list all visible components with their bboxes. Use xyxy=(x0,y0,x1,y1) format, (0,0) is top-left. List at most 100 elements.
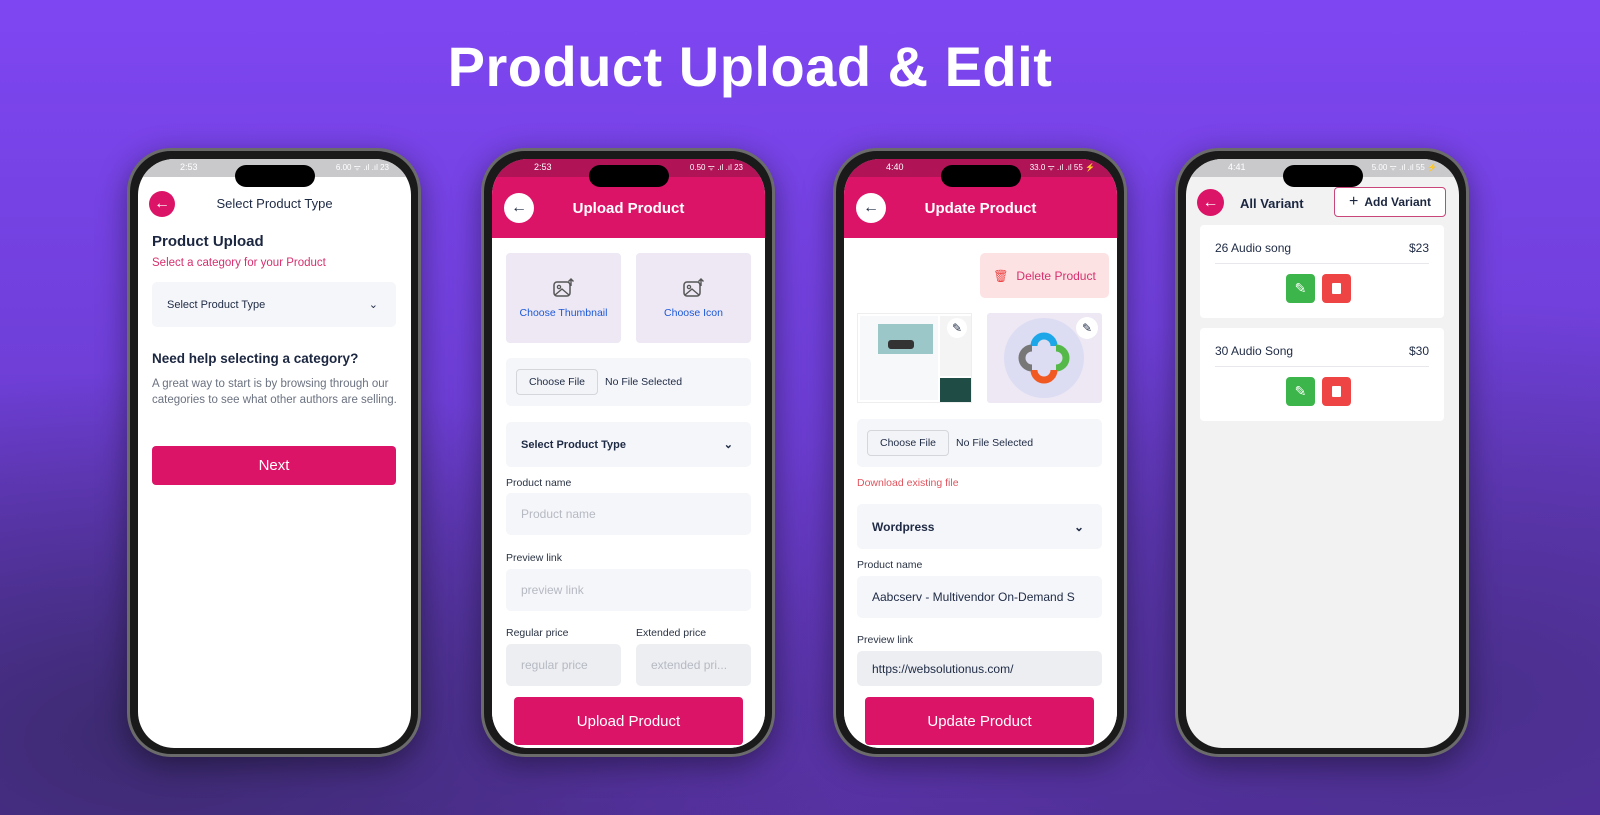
no-file-text: No File Selected xyxy=(605,376,683,388)
placeholder: preview link xyxy=(521,583,584,597)
choose-thumbnail-label: Choose Thumbnail xyxy=(519,307,608,319)
edit-variant-button[interactable]: ✎ xyxy=(1286,274,1315,303)
status-icons: 0.50 ᯤ .ıl .ıl 23 xyxy=(689,163,743,172)
help-text: A great way to start is by browsing thro… xyxy=(152,378,397,406)
page-title: Select Product Type xyxy=(216,196,333,211)
dynamic-island xyxy=(1282,165,1363,187)
arrow-left-icon: ← xyxy=(1202,193,1219,211)
image-upload-icon xyxy=(682,278,704,297)
dynamic-island xyxy=(234,165,315,187)
preview-link-input[interactable]: preview link xyxy=(506,569,751,611)
select-value: Wordpress xyxy=(872,519,935,534)
select-value: Select Product Type xyxy=(521,438,626,451)
help-title: Need help selecting a category? xyxy=(152,351,359,366)
choose-file-button[interactable]: Choose File xyxy=(516,369,598,395)
edit-thumbnail-icon[interactable]: ✎ xyxy=(947,318,967,338)
choose-icon-label: Choose Icon xyxy=(664,307,723,319)
divider xyxy=(1215,263,1429,264)
product-name-input[interactable]: Aabcserv - Multivendor On-Demand S xyxy=(857,576,1102,618)
screen: 4:40 33.0 ᯤ .ıl .ıl 55 ⚡ ← Update Produc… xyxy=(844,159,1117,748)
download-existing-file-link[interactable]: Download existing file xyxy=(857,477,959,489)
phone-update-product: 4:40 33.0 ᯤ .ıl .ıl 55 ⚡ ← Update Produc… xyxy=(833,148,1127,757)
variant-card: 26 Audio song $23 ✎ xyxy=(1200,225,1444,318)
placeholder: extended pri... xyxy=(651,658,728,672)
edit-variant-button[interactable]: ✎ xyxy=(1286,377,1315,406)
trash-icon: 🗑 xyxy=(993,268,1009,283)
variant-card: 30 Audio Song $30 ✎ xyxy=(1200,328,1444,421)
phone-select-product-type: 2:53 6.00 ᯤ .ıl .ıl 23 ← Select Product … xyxy=(127,148,421,757)
input-value: https://websolutionus.com/ xyxy=(872,661,1014,676)
edit-icon-icon[interactable]: ✎ xyxy=(1076,317,1098,339)
page-headline: Product Upload & Edit xyxy=(447,35,1053,98)
status-time: 4:41 xyxy=(1228,162,1246,172)
extended-price-input[interactable]: extended pri... xyxy=(636,644,751,686)
update-product-button[interactable]: Update Product xyxy=(865,697,1094,745)
edit-icon: ✎ xyxy=(1294,280,1307,296)
preview-link-label: Preview link xyxy=(506,552,563,564)
product-name-label: Product name xyxy=(857,559,923,571)
thumbnail-preview: ✎ xyxy=(857,313,972,403)
file-picker: Choose File No File Selected xyxy=(506,358,751,406)
choose-file-button[interactable]: Choose File xyxy=(867,430,949,456)
page-title: Upload Product xyxy=(572,200,685,217)
status-time: 4:40 xyxy=(886,162,904,172)
status-time: 2:53 xyxy=(534,162,552,172)
next-button[interactable]: Next xyxy=(152,446,396,485)
choose-icon-card[interactable]: Choose Icon xyxy=(636,253,751,343)
input-value: Aabcserv - Multivendor On-Demand S xyxy=(872,590,1075,604)
status-icons: 5.00 ᯤ .ıl .ıl 55 ⚡ xyxy=(1371,163,1437,172)
product-type-select[interactable]: Select Product Type ⌄ xyxy=(152,282,396,327)
product-type-select[interactable]: Wordpress ⌄ xyxy=(857,504,1102,549)
delete-variant-button[interactable] xyxy=(1322,274,1351,303)
upload-product-button[interactable]: Upload Product xyxy=(514,697,743,745)
page-title: Update Product xyxy=(924,200,1037,217)
delete-label: Delete Product xyxy=(1016,268,1096,283)
dynamic-island xyxy=(588,165,669,187)
preview-link-label: Preview link xyxy=(857,634,914,646)
screen: 4:41 5.00 ᯤ .ıl .ıl 55 ⚡ ← All Variant +… xyxy=(1186,159,1459,748)
delete-variant-button[interactable] xyxy=(1322,377,1351,406)
placeholder: regular price xyxy=(521,658,588,672)
variant-name: 26 Audio song xyxy=(1215,241,1292,255)
section-heading: Product Upload xyxy=(152,233,264,250)
phone-upload-product: 2:53 0.50 ᯤ .ıl .ıl 23 ← Upload Product … xyxy=(481,148,775,757)
section-subheading: Select a category for your Product xyxy=(152,257,326,269)
add-variant-label: Add Variant xyxy=(1364,195,1432,209)
dynamic-island xyxy=(940,165,1021,187)
product-type-select[interactable]: Select Product Type ⌄ xyxy=(506,422,751,467)
choose-thumbnail-card[interactable]: Choose Thumbnail xyxy=(506,253,621,343)
variant-price: $30 xyxy=(1408,344,1429,358)
plus-icon: + xyxy=(1348,193,1359,210)
product-name-input[interactable]: Product name xyxy=(506,493,751,535)
edit-icon: ✎ xyxy=(1294,383,1307,399)
status-icons: 33.0 ᯤ .ıl .ıl 55 ⚡ xyxy=(1029,163,1095,172)
product-name-label: Product name xyxy=(506,477,572,489)
phone-all-variant: 4:41 5.00 ᯤ .ıl .ıl 55 ⚡ ← All Variant +… xyxy=(1175,148,1469,757)
add-variant-button[interactable]: + Add Variant xyxy=(1334,187,1446,217)
status-time: 2:53 xyxy=(180,162,198,172)
screen: 2:53 0.50 ᯤ .ıl .ıl 23 ← Upload Product … xyxy=(492,159,765,748)
select-value: Select Product Type xyxy=(167,298,266,311)
variant-name: 30 Audio Song xyxy=(1215,344,1294,358)
placeholder: Product name xyxy=(521,507,596,521)
screen: 2:53 6.00 ᯤ .ıl .ıl 23 ← Select Product … xyxy=(138,159,411,748)
trash-icon xyxy=(1332,386,1341,397)
chevron-down-icon: ⌄ xyxy=(1073,519,1084,534)
delete-product-button[interactable]: 🗑 Delete Product xyxy=(980,253,1109,298)
preview-link-input[interactable]: https://websolutionus.com/ xyxy=(857,651,1102,686)
file-picker: Choose File No File Selected xyxy=(857,419,1102,467)
back-button[interactable]: ← xyxy=(1197,189,1224,216)
trash-icon xyxy=(1332,283,1341,294)
regular-price-input[interactable]: regular price xyxy=(506,644,621,686)
variant-price: $23 xyxy=(1408,241,1429,255)
no-file-text: No File Selected xyxy=(956,437,1034,449)
divider xyxy=(1215,366,1429,367)
regular-price-label: Regular price xyxy=(506,627,569,639)
chevron-down-icon: ⌄ xyxy=(368,299,378,311)
product-logo xyxy=(1004,318,1084,398)
chevron-down-icon: ⌄ xyxy=(723,439,733,451)
status-icons: 6.00 ᯤ .ıl .ıl 23 xyxy=(335,163,389,172)
extended-price-label: Extended price xyxy=(636,627,707,639)
image-upload-icon xyxy=(552,278,574,297)
page-title: All Variant xyxy=(1240,196,1304,211)
